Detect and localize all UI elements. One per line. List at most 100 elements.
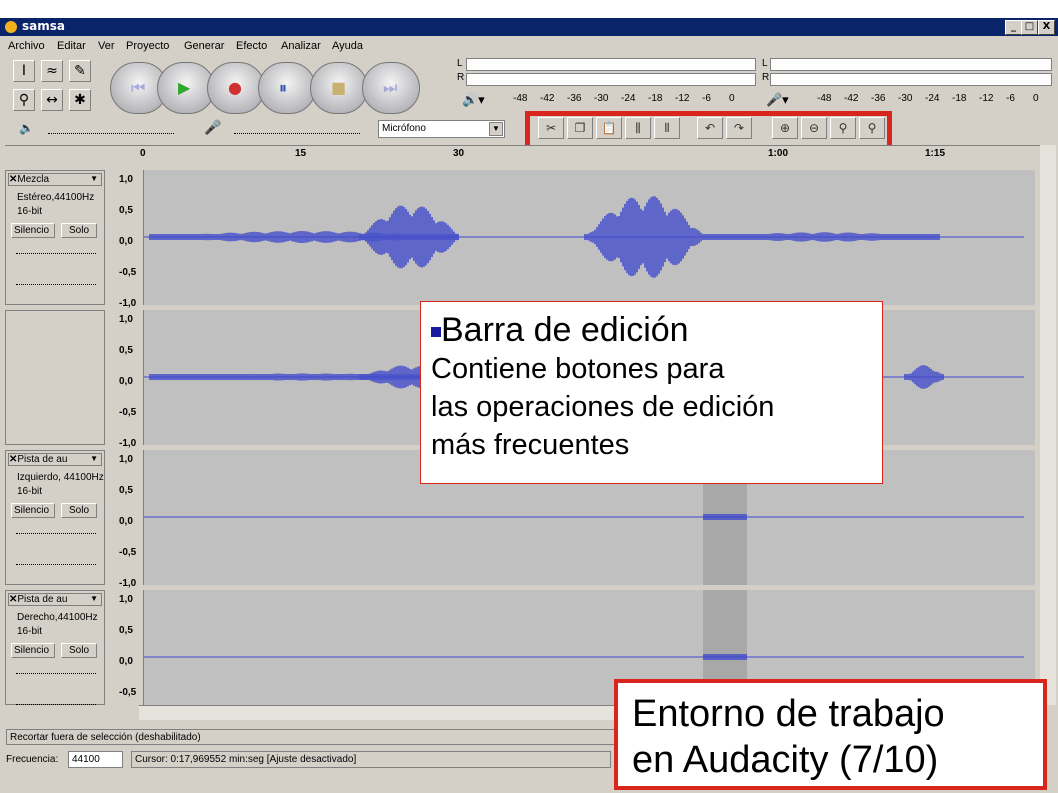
solo-button[interactable]: Solo [61, 503, 97, 518]
vertical-scale: 1,0 0,5 0,0 -0,5 -1,0 [105, 450, 144, 589]
minimize-button[interactable]: _ [1005, 20, 1022, 35]
window-title: samsa [22, 19, 65, 33]
scale-label: 0,0 [119, 656, 133, 667]
mic-meter-icon[interactable]: 🎤▾ [766, 92, 789, 108]
rate-label: Frecuencia: [6, 754, 59, 765]
track-name-button[interactable]: ✕Mezcla ▼ [8, 173, 102, 186]
chevron-down-icon[interactable]: ▼ [90, 594, 98, 603]
mute-button[interactable]: Silencio [11, 503, 55, 518]
maximize-button[interactable]: □ [1021, 20, 1038, 35]
mute-button[interactable]: Silencio [11, 643, 55, 658]
menu-proyecto[interactable]: Proyecto [126, 40, 169, 52]
track-bitdepth: 16-bit [17, 486, 43, 497]
playback-meter-r [466, 73, 756, 86]
skip-end-button[interactable]: ⏭ [362, 62, 420, 114]
menu-efecto[interactable]: Efecto [236, 40, 267, 52]
play-icon: ▶ [178, 78, 191, 97]
mute-button[interactable]: Silencio [11, 223, 55, 238]
scale-label: -1,0 [119, 438, 137, 449]
zoom-tool-icon[interactable]: ⚲ [13, 89, 35, 111]
pan-slider[interactable] [16, 692, 96, 705]
cursor-status: Cursor: 0:17,969552 min:seg [Ajuste desa… [135, 754, 357, 765]
track-name-button[interactable]: ✕Pista de au ▼ [8, 593, 102, 606]
pan-slider[interactable] [16, 552, 96, 565]
scale-label: -1,0 [119, 298, 137, 309]
stop-button[interactable]: ■ [310, 62, 368, 114]
scale-label: -0,5 [119, 407, 137, 418]
timeshift-tool-icon[interactable]: ↔ [41, 89, 63, 111]
gain-slider[interactable] [16, 523, 96, 534]
scale-label: 1,0 [119, 314, 133, 325]
track-bitdepth: 16-bit [17, 206, 43, 217]
input-volume-slider[interactable] [234, 119, 360, 134]
timeline-ruler[interactable]: 0 15 30 1:00 1:15 [5, 145, 1040, 168]
multi-tool-icon[interactable]: ✱ [69, 89, 91, 111]
output-volume-icon: 🔈 [19, 121, 34, 135]
playback-meter-l [466, 58, 756, 71]
pause-button[interactable]: ⏸ [258, 62, 316, 114]
scale-label: 1,0 [119, 174, 133, 185]
meter-scale-label: -12 [675, 93, 690, 104]
edit-bar-callout: Barra de edición Contiene botones para l… [420, 301, 883, 484]
chevron-down-icon[interactable]: ▼ [90, 454, 98, 463]
callout-body-3: más frecuentes [431, 429, 630, 461]
meter-scale-label: -42 [540, 93, 555, 104]
waveform-area[interactable] [144, 170, 1035, 305]
input-source-select[interactable]: Micrófono ▼ [378, 120, 505, 138]
menu-generar[interactable]: Generar [184, 40, 224, 52]
speaker-meter-icon[interactable]: 🔊▾ [462, 92, 485, 108]
menu-archivo[interactable]: Archivo [8, 40, 45, 52]
output-volume-slider[interactable] [48, 119, 174, 134]
solo-button[interactable]: Solo [61, 643, 97, 658]
record-meter-l [770, 58, 1052, 71]
app-icon [5, 21, 17, 33]
meter-scale-label: -48 [817, 93, 832, 104]
input-source-value: Micrófono [382, 123, 426, 134]
menu-editar[interactable]: Editar [57, 40, 86, 52]
scale-label: 0,5 [119, 625, 133, 636]
meter-scale-label: -36 [871, 93, 886, 104]
pan-slider[interactable] [16, 272, 96, 285]
meter-scale-label: -30 [898, 93, 913, 104]
solo-button[interactable]: Solo [61, 223, 97, 238]
meter-scale-label: -24 [621, 93, 636, 104]
rate-combo[interactable]: 44100 [68, 751, 123, 768]
gain-slider[interactable] [16, 243, 96, 254]
ruler-tick: 1:00 [768, 148, 789, 159]
track-info-panel [5, 310, 105, 445]
callout-body-2: las operaciones de edición [431, 391, 775, 423]
cursor-status-box: Cursor: 0:17,969552 min:seg [Ajuste desa… [131, 751, 611, 768]
playback-meter-scale: -48 -42 -36 -30 -24 -18 -12 -6 0 [513, 93, 753, 105]
gain-slider[interactable] [16, 663, 96, 674]
chevron-down-icon[interactable]: ▼ [489, 122, 503, 136]
slide-top-strip [0, 0, 1058, 18]
slide-title-box: Entorno de trabajo en Audacity (7/10) [614, 679, 1047, 790]
meter-scale-label: -18 [648, 93, 663, 104]
selection-tool-icon[interactable]: I [13, 60, 35, 82]
audio-track[interactable]: ✕Mezcla ▼ Estéreo,44100Hz 16-bit Silencio Sol… [5, 170, 1035, 309]
input-volume-icon: 🎤 [204, 119, 222, 135]
track-info-panel: ✕Mezcla ▼ Estéreo,44100Hz 16-bit Silencio Sol… [5, 170, 105, 305]
menu-analizar[interactable]: Analizar [281, 40, 321, 52]
status-message: Recortar fuera de selección (deshabilita… [10, 732, 201, 743]
record-meter-r [770, 73, 1052, 86]
menu-bar: Archivo Editar Ver Proyecto Generar Efec… [0, 37, 1058, 56]
meter-scale-label: -6 [1006, 93, 1015, 104]
meter-scale-label: -24 [925, 93, 940, 104]
scale-label: 0,0 [119, 516, 133, 527]
record-button[interactable]: ● [207, 62, 265, 114]
rate-value: 44100 [72, 754, 100, 765]
chevron-down-icon[interactable]: ▼ [90, 174, 98, 183]
meter-scale-label: -12 [979, 93, 994, 104]
vertical-scrollbar[interactable] [1040, 145, 1056, 705]
close-button[interactable]: X [1038, 20, 1055, 35]
track-info-panel: ✕Pista de au ▼ Izquierdo, 44100Hz 16-bit Sil… [5, 450, 105, 585]
envelope-tool-icon[interactable]: ≈ [41, 60, 63, 82]
track-name-button[interactable]: ✕Pista de au ▼ [8, 453, 102, 466]
menu-ayuda[interactable]: Ayuda [332, 40, 363, 52]
scale-label: 0,5 [119, 345, 133, 356]
track-info-panel: ✕Pista de au ▼ Derecho,44100Hz 16-bit Silenc… [5, 590, 105, 705]
draw-tool-icon[interactable]: ✎ [69, 60, 91, 82]
menu-ver[interactable]: Ver [98, 40, 115, 52]
bullet-icon [431, 327, 441, 338]
